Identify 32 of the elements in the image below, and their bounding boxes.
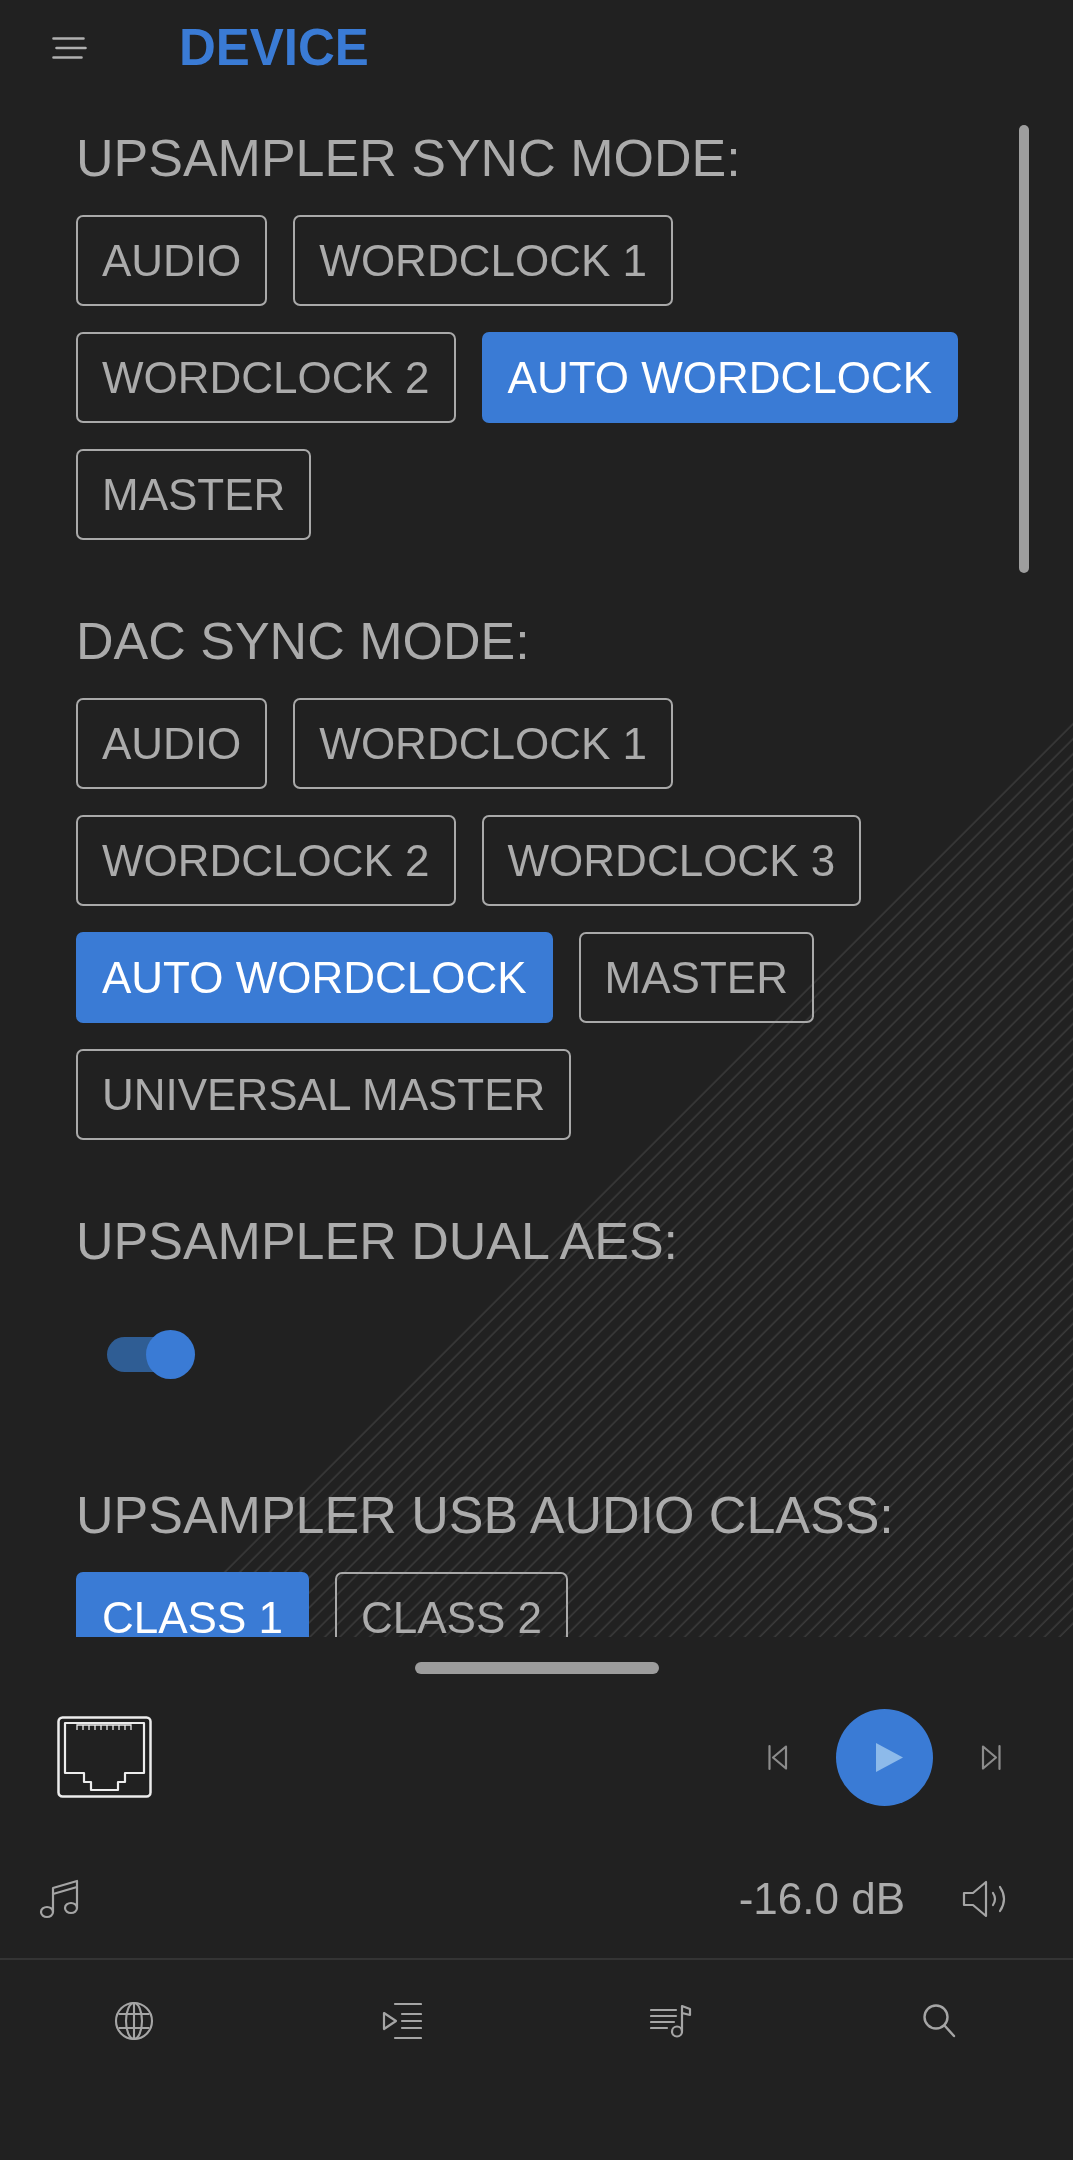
option-button[interactable]: WORDCLOCK 1 [293,698,673,789]
toggle-switch[interactable] [107,1330,195,1379]
option-button[interactable]: AUTO WORDCLOCK [76,932,553,1023]
scrollbar-thumb[interactable] [1019,125,1029,573]
option-button[interactable]: WORDCLOCK 2 [76,332,456,423]
ethernet-port-icon[interactable] [57,1716,152,1798]
section-heading: UPSAMPLER USB AUDIO CLASS: [76,1485,895,1545]
volume-reading: -16.0 dB [738,1873,905,1925]
play-list-icon[interactable] [382,2001,423,2041]
skip-back-icon[interactable] [767,1743,788,1771]
section-heading: UPSAMPLER SYNC MODE: [76,128,742,188]
option-button[interactable]: MASTER [76,449,312,540]
search-icon[interactable] [921,2003,956,2039]
music-list-icon[interactable] [649,2004,692,2038]
option-button[interactable]: WORDCLOCK 1 [293,215,673,306]
drag-handle[interactable] [414,1662,659,1674]
option-button[interactable]: WORDCLOCK 3 [481,815,862,906]
music-notes-icon[interactable] [39,1879,80,1919]
option-button[interactable]: AUDIO [76,698,268,789]
menu-icon[interactable] [52,37,87,59]
option-button[interactable]: AUTO WORDCLOCK [481,332,959,423]
globe-icon[interactable] [114,2001,155,2041]
section-heading: DAC SYNC MODE: [76,611,531,671]
page-title: DEVICE [179,18,369,78]
option-button[interactable]: CLASS 1 [76,1572,309,1637]
skip-forward-icon[interactable] [981,1743,1002,1771]
play-icon [876,1742,903,1772]
option-button[interactable]: UNIVERSAL MASTER [76,1049,572,1140]
section-heading: UPSAMPLER DUAL AES: [76,1211,680,1271]
option-button[interactable]: WORDCLOCK 2 [76,815,456,906]
option-button[interactable]: AUDIO [76,215,268,306]
option-button[interactable]: MASTER [578,932,814,1023]
